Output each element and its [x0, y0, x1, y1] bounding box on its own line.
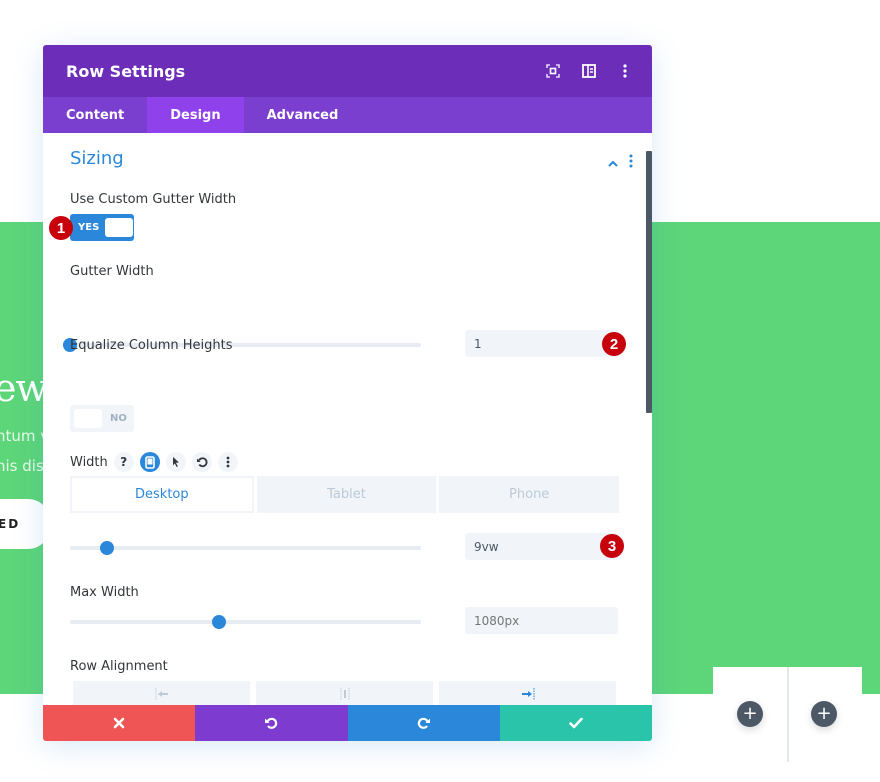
column-divider	[787, 667, 789, 762]
annotation-badge: 1	[49, 216, 73, 240]
tab-content[interactable]: Content	[43, 97, 147, 133]
background-cta-label: ED	[0, 517, 21, 531]
width-label-row: Width ?	[70, 452, 238, 472]
redo-button[interactable]	[347, 705, 500, 741]
max-width-label: Max Width	[70, 585, 139, 600]
max-width-slider[interactable]	[70, 615, 421, 629]
scrollbar[interactable]	[646, 151, 652, 413]
device-tabs: Desktop Tablet Phone	[70, 476, 620, 513]
row-alignment-options	[73, 681, 616, 705]
background-heading: ew	[0, 366, 48, 410]
section-options-icon[interactable]	[629, 153, 635, 168]
more-options-icon[interactable]	[616, 62, 634, 80]
section-title[interactable]: Sizing	[70, 148, 124, 169]
hover-icon[interactable]	[165, 452, 186, 472]
more-icon[interactable]	[217, 452, 238, 472]
annotation-badge: 3	[600, 534, 624, 558]
width-slider[interactable]	[70, 541, 421, 555]
page-canvas: ew ntum v his dis ED + + Row Settings Co…	[0, 0, 880, 782]
background-text-line: ntum v	[0, 427, 50, 445]
modal-header[interactable]: Row Settings	[43, 45, 652, 97]
toggle-state-label: YES	[78, 222, 100, 233]
gutter-width-input[interactable]	[465, 330, 618, 357]
modal-title: Row Settings	[66, 61, 186, 81]
header-actions	[544, 45, 634, 97]
toggle-state-label: NO	[110, 413, 127, 424]
add-module-button[interactable]: +	[737, 701, 763, 727]
tab-advanced[interactable]: Advanced	[244, 97, 362, 133]
help-icon[interactable]: ?	[113, 452, 134, 472]
fullscreen-icon[interactable]	[544, 62, 562, 80]
redo-icon	[417, 717, 430, 729]
close-icon	[113, 717, 125, 729]
chevron-up-icon[interactable]	[607, 155, 619, 167]
undo-icon	[265, 717, 278, 729]
plus-icon: +	[816, 703, 832, 724]
responsive-icon[interactable]	[139, 452, 160, 472]
align-right-button[interactable]	[439, 681, 616, 705]
equalize-heights-label: Equalize Column Heights	[70, 338, 233, 353]
device-tab-desktop[interactable]: Desktop	[70, 476, 254, 513]
device-tab-tablet[interactable]: Tablet	[256, 476, 437, 513]
undo-button[interactable]	[195, 705, 348, 741]
toggle-knob	[105, 218, 134, 237]
plus-icon: +	[742, 703, 758, 724]
custom-gutter-label: Use Custom Gutter Width	[70, 192, 237, 207]
custom-gutter-toggle[interactable]: YES	[70, 214, 134, 241]
width-input[interactable]	[465, 533, 618, 560]
save-button[interactable]	[499, 705, 652, 741]
row-alignment-label: Row Alignment	[70, 659, 168, 674]
background-text-line: his dis	[0, 457, 44, 475]
align-right-icon	[520, 685, 536, 704]
align-left-button[interactable]	[73, 681, 250, 705]
annotation-badge: 2	[602, 332, 626, 356]
modal-footer	[43, 705, 652, 741]
width-label: Width	[70, 454, 108, 470]
equalize-heights-toggle[interactable]: NO	[70, 405, 134, 432]
align-center-button[interactable]	[256, 681, 433, 705]
settings-tabs: Content Design Advanced	[43, 97, 652, 133]
row-settings-modal: Row Settings Content Design Advanced Siz…	[43, 45, 652, 741]
help-glyph: ?	[120, 455, 128, 469]
tab-design[interactable]: Design	[147, 97, 244, 133]
settings-body: Sizing Use Custom Gutter Width YES 1 Gut…	[43, 133, 652, 705]
slider-thumb[interactable]	[99, 541, 114, 555]
gutter-width-label: Gutter Width	[70, 264, 154, 279]
reset-icon[interactable]	[191, 452, 212, 472]
slider-thumb[interactable]	[212, 615, 227, 629]
cancel-button[interactable]	[43, 705, 196, 741]
device-tab-phone[interactable]: Phone	[439, 476, 620, 513]
max-width-input[interactable]	[465, 607, 618, 634]
toggle-knob	[74, 409, 102, 428]
split-view-icon[interactable]	[580, 62, 598, 80]
add-module-button[interactable]: +	[811, 701, 837, 727]
align-center-icon	[338, 685, 352, 704]
checkmark-icon	[569, 717, 583, 729]
align-left-icon	[154, 685, 170, 704]
